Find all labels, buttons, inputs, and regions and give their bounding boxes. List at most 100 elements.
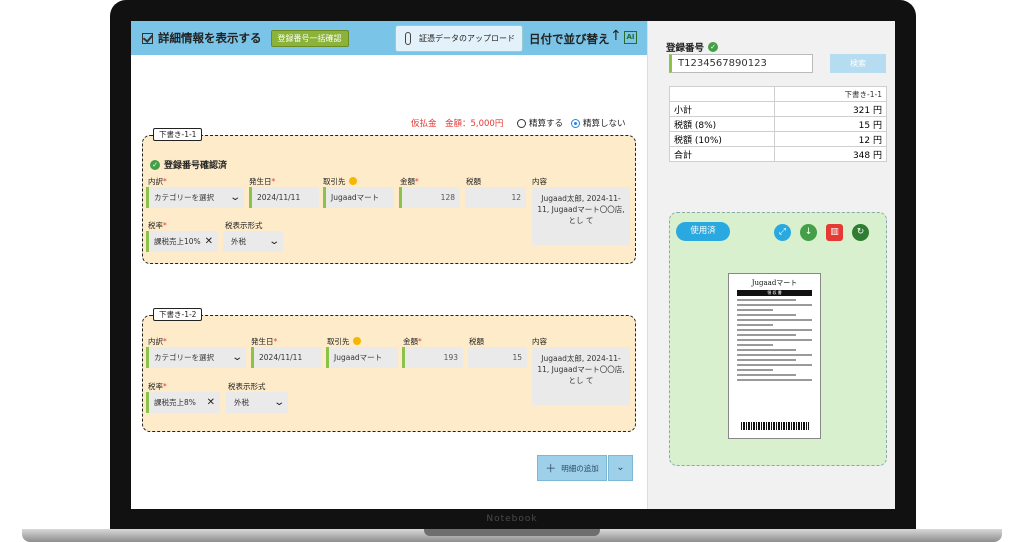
ai-sort-icon[interactable]: AI — [624, 31, 637, 44]
amount-label: 金額* — [400, 177, 419, 186]
tax-label: 税額 — [466, 177, 481, 186]
receipt-drop-zone[interactable]: 使用済 ⤢ ↓ ▥ ↻ Jugaadマート 領 収 書 — [669, 212, 887, 466]
tax-display-label: 税表示形式 — [228, 382, 266, 391]
category-select[interactable]: カテゴリーを選択 ⌄ — [146, 347, 246, 368]
search-button[interactable]: 検索 — [830, 54, 886, 73]
download-icon[interactable]: ↓ — [800, 224, 817, 241]
receipt-line — [737, 364, 812, 366]
expand-icon[interactable]: ⤢ — [774, 224, 791, 241]
tax-display-value: 外税 — [231, 237, 246, 246]
date-field[interactable]: 2024/11/11 — [249, 187, 319, 208]
tax-display-select[interactable]: 外税 ⌄ — [223, 231, 283, 252]
amount-value: 193 — [443, 353, 458, 362]
receipt-line — [737, 369, 774, 371]
summary-header-blank — [669, 86, 775, 102]
category-label: 内訳* — [148, 337, 167, 346]
check-circle-icon: ✓ — [708, 42, 719, 52]
partner-value: Jugaadマート — [334, 353, 383, 362]
stage: Notebook 詳細情報を表示する 登録番号一括確認 証憑データのアップロード… — [0, 0, 1024, 542]
used-badge[interactable]: 使用済 — [676, 222, 730, 241]
summary-row: 税額 (8%) 15 円 — [669, 116, 887, 132]
summary-value: 15 円 — [774, 116, 887, 132]
trash-icon[interactable]: ▥ — [826, 224, 843, 241]
sort-arrow-icon[interactable]: ↑ — [610, 28, 622, 44]
category-label: 内訳* — [148, 177, 167, 186]
memo-field[interactable]: Jugaad太郎, 2024-11-11, Jugaadマート〇〇店,とし て — [532, 347, 630, 405]
receipt-line — [737, 339, 812, 341]
check-circle-icon: ✓ — [150, 159, 160, 170]
summary-value: 321 円 — [774, 101, 887, 117]
sort-label[interactable]: 日付で並び替え — [529, 31, 610, 47]
date-value: 2024/11/11 — [257, 193, 301, 202]
receipt-store-name: Jugaadマート — [751, 279, 798, 287]
add-detail-button[interactable]: ＋ 明細の追加 — [537, 455, 607, 481]
partner-label: 取引先 — [323, 176, 357, 187]
tax-rate-label: 税率* — [148, 221, 167, 230]
clear-icon[interactable]: ✕ — [207, 397, 215, 408]
clear-icon[interactable]: ✕ — [205, 236, 213, 247]
summary-header-row: 下書き-1-1 — [669, 86, 887, 102]
summary-header: 下書き-1-1 — [774, 86, 887, 102]
category-placeholder: カテゴリーを選択 — [154, 193, 214, 202]
chevron-down-icon: ⌄ — [272, 397, 285, 408]
tax-rate-select[interactable]: 課税売上8% ✕ — [146, 392, 220, 413]
receipt-line — [737, 344, 774, 346]
verified-status: ✓ 登録番号確認済 — [150, 158, 227, 171]
tax-rate-select[interactable]: 課税売上10% ✕ — [146, 231, 218, 252]
amount-field[interactable]: 193 — [402, 347, 463, 368]
receipt-line — [737, 319, 812, 321]
bulk-check-button[interactable]: 登録番号一括確認 — [270, 29, 349, 47]
receipt-image[interactable]: Jugaadマート 領 収 書 — [728, 273, 821, 439]
settle-radio[interactable] — [517, 118, 526, 128]
summary-label: 税額 (8%) — [669, 116, 775, 132]
memo-label: 内容 — [532, 177, 547, 186]
partner-field[interactable]: Jugaadマート — [326, 347, 398, 368]
tax-field[interactable]: 12 — [465, 187, 526, 208]
upload-button[interactable]: 証憑データのアップロード — [395, 25, 523, 52]
memo-field[interactable]: Jugaad太郎, 2024-11-11, Jugaadマート〇〇店,とし て — [532, 187, 630, 245]
receipt-line — [737, 349, 797, 351]
tax-field[interactable]: 15 — [468, 347, 527, 368]
receipt-line — [737, 379, 812, 381]
receipt-line — [737, 374, 797, 376]
amount-label: 金額* — [403, 337, 422, 346]
help-icon — [348, 177, 357, 185]
plus-icon: ＋ — [545, 462, 557, 475]
chevron-down-icon: ⌄ — [616, 462, 625, 473]
summary-row: 小計 321 円 — [669, 101, 887, 117]
summary-row: 税額 (10%) 12 円 — [669, 131, 887, 147]
date-label: 発生日* — [251, 337, 278, 346]
date-label: 発生日* — [249, 177, 276, 186]
tax-display-select[interactable]: 外税 ⌄ — [226, 392, 288, 413]
date-value: 2024/11/11 — [259, 353, 303, 362]
add-detail-dropdown[interactable]: ⌄ — [608, 455, 633, 481]
chevron-down-icon: ⌄ — [230, 352, 243, 363]
entry-card-2: 下書き-1-2 内訳* 発生日* 取引先 金額* 税額 内容 カテゴリーを選択 ⌄… — [142, 308, 636, 432]
receipt-line — [737, 299, 797, 301]
toolbar: 詳細情報を表示する 登録番号一括確認 証憑データのアップロード 日付で並び替え … — [131, 21, 647, 55]
tax-rate-value: 課税売上8% — [154, 398, 196, 407]
rotate-icon[interactable]: ↻ — [852, 224, 869, 241]
partner-field[interactable]: Jugaadマート — [323, 187, 394, 208]
category-placeholder: カテゴリーを選択 — [154, 353, 214, 362]
upload-label: 証憑データのアップロード — [419, 34, 515, 43]
tax-value: 12 — [511, 193, 521, 202]
summary-table: 下書き-1-1 小計 321 円 税額 (8%) 15 円 税額 (10%) 12 円… — [669, 86, 887, 162]
receipt-line — [737, 329, 812, 331]
receipt-line — [737, 304, 812, 306]
show-details-checkbox[interactable] — [142, 32, 153, 44]
category-select[interactable]: カテゴリーを選択 ⌄ — [146, 187, 244, 208]
registration-number-input[interactable]: T1234567890123 — [669, 54, 813, 73]
date-field[interactable]: 2024/11/11 — [251, 347, 322, 368]
tax-display-value: 外税 — [234, 398, 249, 407]
receipt-line — [737, 309, 774, 311]
left-pane: 仮払金 金額：5,000円 精算する 精算しない 下書き-1-1 ✓ 登録番号確… — [131, 55, 647, 509]
settle-radio-group: 精算する 精算しない — [517, 117, 626, 129]
no-settle-radio[interactable] — [571, 118, 581, 128]
right-pane: 登録番号 ✓ T1234567890123 検索 下書き-1-1 小計 321 円… — [647, 21, 895, 509]
receipt-line — [737, 354, 812, 356]
amount-field[interactable]: 128 — [399, 187, 460, 208]
barcode — [741, 422, 809, 430]
tax-value: 15 — [512, 353, 522, 362]
receipt-line — [737, 324, 774, 326]
